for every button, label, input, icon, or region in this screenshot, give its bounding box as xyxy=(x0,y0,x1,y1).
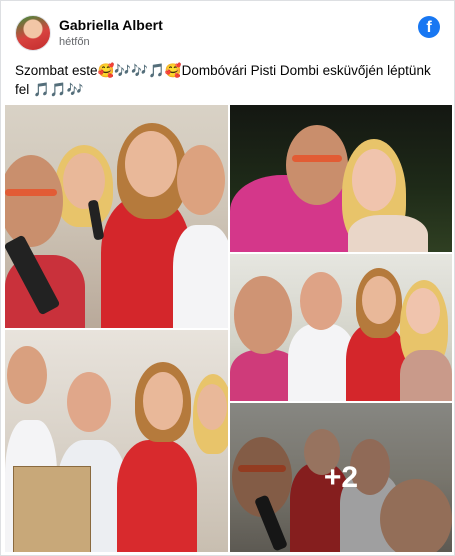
more-photos-overlay[interactable]: +2 xyxy=(230,403,452,552)
photo-1[interactable] xyxy=(5,105,228,328)
post-text: Szombat este🥰🎶🎶🎵🥰Dombóvári Pisti Dombi e… xyxy=(15,63,431,97)
facebook-icon[interactable]: f xyxy=(418,16,440,38)
photo-3[interactable] xyxy=(230,105,452,252)
post-timestamp[interactable]: hétfőn xyxy=(59,36,90,48)
photo-4[interactable] xyxy=(230,254,452,401)
photo-grid: +2 xyxy=(1,102,455,556)
more-photos-count: +2 xyxy=(323,460,359,494)
photo-5-more[interactable]: +2 xyxy=(230,403,452,552)
post-header: Gabriella Albert hétfőn f xyxy=(15,15,440,53)
author-name[interactable]: Gabriella Albert xyxy=(59,17,163,33)
photo-2[interactable] xyxy=(5,330,228,552)
facebook-post-card: Gabriella Albert hétfőn f Szombat este🥰🎶… xyxy=(0,0,455,556)
author-avatar[interactable] xyxy=(15,15,51,51)
